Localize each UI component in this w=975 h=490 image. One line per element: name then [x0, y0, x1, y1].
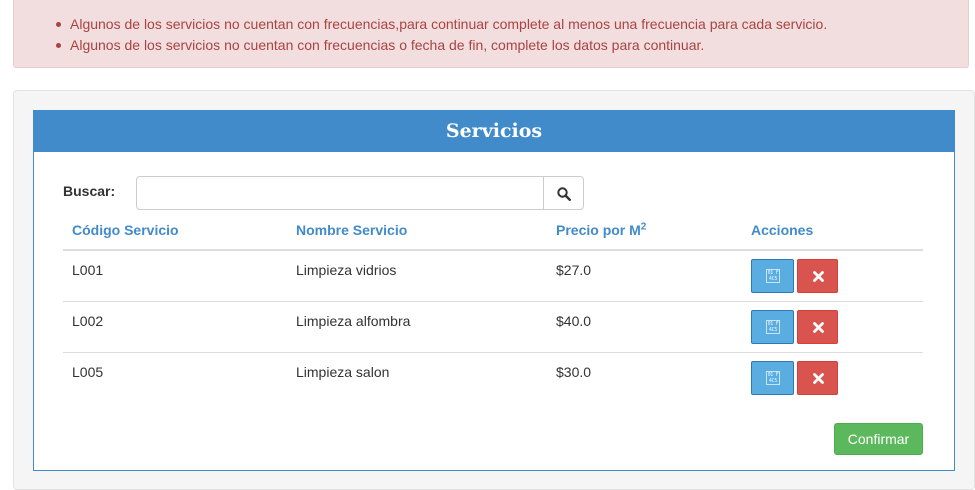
search-input[interactable] — [136, 176, 544, 210]
search-label: Buscar: — [63, 183, 116, 199]
row-name: Limpieza vidrios — [296, 262, 397, 278]
error-message: Algunos de los servicios no cuentan con … — [55, 16, 828, 32]
edit-frequency-button[interactable]: 01 F 4C5 — [751, 259, 794, 293]
column-header-actions: Acciones — [751, 222, 814, 238]
close-icon — [813, 271, 824, 282]
calendar-edit-icon: 01 F 4C5 — [766, 269, 780, 283]
confirm-button[interactable]: Confirmar — [834, 423, 923, 455]
error-alert: Algunos de los servicios no cuentan con … — [13, 0, 969, 68]
row-code: L001 — [72, 262, 104, 278]
column-header-price-sup: 2 — [640, 221, 647, 233]
row-divider — [63, 352, 923, 353]
row-name: Limpieza salon — [296, 364, 390, 380]
search-icon — [557, 187, 571, 201]
row-code: L002 — [72, 313, 104, 329]
close-icon — [813, 373, 824, 384]
header-divider — [63, 249, 923, 251]
delete-button[interactable] — [797, 259, 838, 293]
row-price: $30.0 — [556, 364, 592, 380]
column-header-price-label: Precio por M — [556, 222, 641, 238]
calendar-edit-icon: 01 F 4C5 — [766, 371, 780, 385]
error-message: Algunos de los servicios no cuentan con … — [55, 37, 705, 53]
row-code: L005 — [72, 364, 104, 380]
edit-frequency-button[interactable]: 01 F 4C5 — [751, 310, 794, 344]
row-price: $40.0 — [556, 313, 592, 329]
column-header-name[interactable]: Nombre Servicio — [296, 222, 407, 238]
calendar-edit-icon: 01 F 4C5 — [766, 320, 780, 334]
edit-frequency-button[interactable]: 01 F 4C5 — [751, 361, 794, 395]
delete-button[interactable] — [797, 361, 838, 395]
close-icon — [813, 322, 824, 333]
column-header-code[interactable]: Código Servicio — [72, 222, 179, 238]
delete-button[interactable] — [797, 310, 838, 344]
row-divider — [63, 301, 923, 302]
column-header-price[interactable]: Precio por M2 — [556, 222, 646, 238]
panel-title: Servicios — [34, 111, 954, 152]
search-button[interactable] — [543, 176, 584, 210]
row-price: $27.0 — [556, 262, 592, 278]
row-name: Limpieza alfombra — [296, 313, 411, 329]
